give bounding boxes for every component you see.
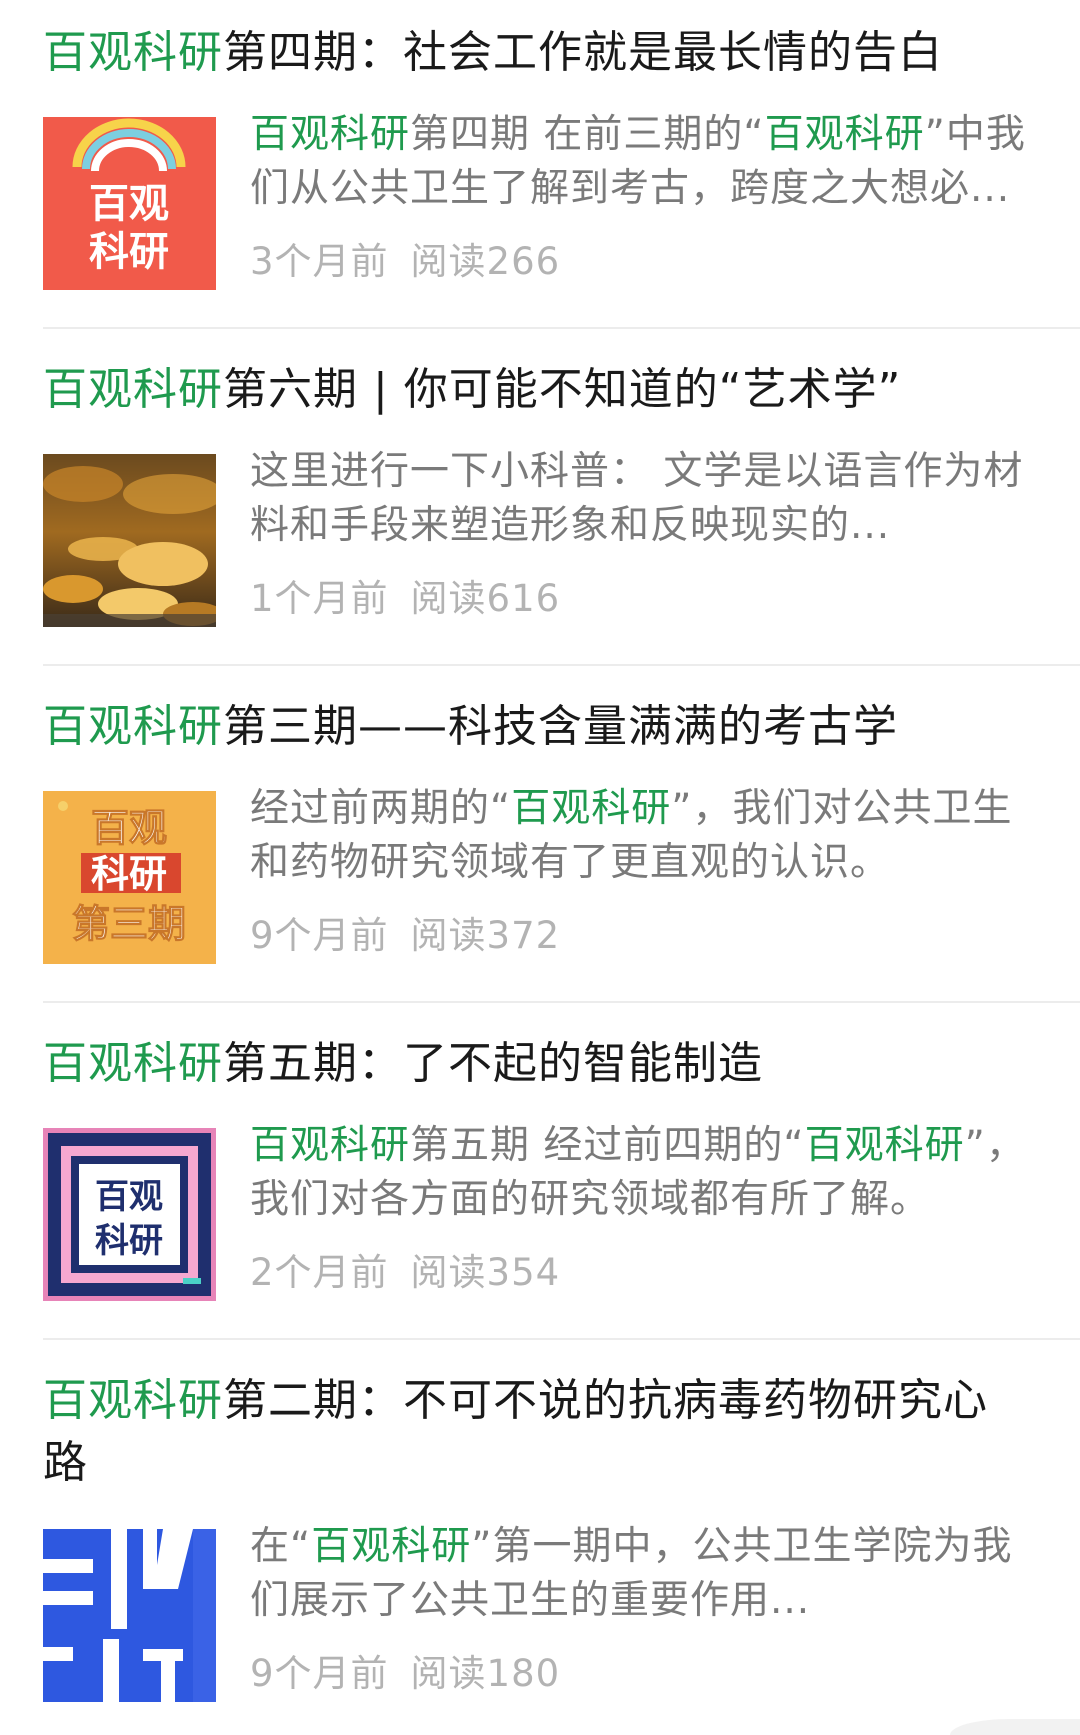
article-meta: 9个月前 阅读372 <box>250 914 560 958</box>
article-title[interactable]: 百观科研第二期：不可不说的抗病毒药物研究心路 <box>43 1370 1023 1494</box>
title-text: 第四期：社会工作就是最长情的告白 <box>223 27 943 78</box>
autumn-leaves-photo <box>43 454 216 627</box>
svg-text:百观: 百观 <box>89 181 169 227</box>
blue-poster-image <box>43 1529 216 1702</box>
article-title[interactable]: 百观科研第五期：了不起的智能制造 <box>43 1033 1023 1095</box>
read-count: 阅读616 <box>410 577 561 620</box>
orange-poster-image: 百观 科研 第三期 <box>43 791 216 964</box>
read-count: 阅读266 <box>410 240 561 283</box>
article-summary: 百观科研第五期 经过前四期的“百观科研”，我们对各方面的研究领域都有所了解。 <box>250 1119 1040 1227</box>
publish-time: 2个月前 <box>250 1251 389 1294</box>
publish-time: 3个月前 <box>250 240 389 283</box>
title-text: 第六期 | 你可能不知道的“艺术学” <box>223 364 902 415</box>
publish-time: 9个月前 <box>250 1652 389 1695</box>
summary-part: 百观科研 <box>804 1123 965 1168</box>
title-highlight: 百观科研 <box>43 701 223 752</box>
title-highlight: 百观科研 <box>43 1375 223 1426</box>
article-summary: 百观科研第四期 在前三期的“百观科研”中我们从公共卫生了解到考古，跨度之大想必.… <box>250 108 1040 216</box>
framed-poster-image: 百观 科研 <box>43 1128 216 1301</box>
divider <box>43 1001 1080 1003</box>
summary-part: 经过前两期的“ <box>250 786 512 831</box>
svg-text:科研: 科研 <box>89 229 169 275</box>
svg-text:第三期: 第三期 <box>72 902 186 946</box>
svg-text:科研: 科研 <box>91 852 167 896</box>
summary-part: 百观科研 <box>311 1524 472 1569</box>
svg-text:百观: 百观 <box>95 1177 163 1217</box>
publish-time: 1个月前 <box>250 577 389 620</box>
article-thumbnail[interactable]: 百观 科研 第三期 <box>43 791 216 964</box>
article-thumbnail[interactable]: 百观 科研 <box>43 117 216 290</box>
summary-part: 在“ <box>250 1524 312 1569</box>
read-count: 阅读180 <box>410 1652 561 1695</box>
article-summary: 在“百观科研”第一期中，公共卫生学院为我们展示了公共卫生的重要作用... <box>250 1520 1040 1628</box>
title-highlight: 百观科研 <box>43 27 223 78</box>
summary-part: 第五期 经过前四期的“ <box>410 1123 805 1168</box>
article-meta: 2个月前 阅读354 <box>250 1251 560 1295</box>
article-title[interactable]: 百观科研第四期：社会工作就是最长情的告白 <box>43 22 1023 84</box>
title-highlight: 百观科研 <box>43 364 223 415</box>
article-summary: 这里进行一下小科普： 文学是以语言作为材料和手段来塑造形象和反映现实的... <box>250 445 1040 553</box>
summary-part: 百观科研 <box>511 786 672 831</box>
svg-text:科研: 科研 <box>95 1221 163 1261</box>
article-summary: 经过前两期的“百观科研”，我们对公共卫生和药物研究领域有了更直观的认识。 <box>250 782 1040 890</box>
article-meta: 9个月前 阅读180 <box>250 1652 560 1696</box>
read-count: 阅读372 <box>410 914 561 957</box>
title-text: 第三期——科技含量满满的考古学 <box>223 701 898 752</box>
title-highlight: 百观科研 <box>43 1038 223 1089</box>
article-thumbnail[interactable] <box>43 454 216 627</box>
summary-part: 百观科研 <box>250 1123 411 1168</box>
scroll-edge-shadow <box>950 1719 1080 1735</box>
article-meta: 1个月前 阅读616 <box>250 577 560 621</box>
divider <box>43 1338 1080 1340</box>
svg-text:百观: 百观 <box>91 806 167 850</box>
read-count: 阅读354 <box>410 1251 561 1294</box>
article-thumbnail[interactable]: 百观 科研 <box>43 1128 216 1301</box>
summary-part: 百观科研 <box>764 112 925 157</box>
article-title[interactable]: 百观科研第三期——科技含量满满的考古学 <box>43 696 1023 758</box>
divider <box>43 327 1080 329</box>
summary-part: 这里进行一下小科普： 文学是以语言作为材料和手段来塑造形象和反映现实的... <box>250 449 1024 548</box>
title-text: 第五期：了不起的智能制造 <box>223 1038 763 1089</box>
article-thumbnail[interactable] <box>43 1529 216 1702</box>
article-meta: 3个月前 阅读266 <box>250 240 560 284</box>
rainbow-logo-image: 百观 科研 <box>43 117 216 290</box>
publish-time: 9个月前 <box>250 914 389 957</box>
divider <box>43 664 1080 666</box>
summary-part: 百观科研 <box>250 112 411 157</box>
article-title[interactable]: 百观科研第六期 | 你可能不知道的“艺术学” <box>43 359 1023 421</box>
summary-part: 第四期 在前三期的“ <box>410 112 765 157</box>
